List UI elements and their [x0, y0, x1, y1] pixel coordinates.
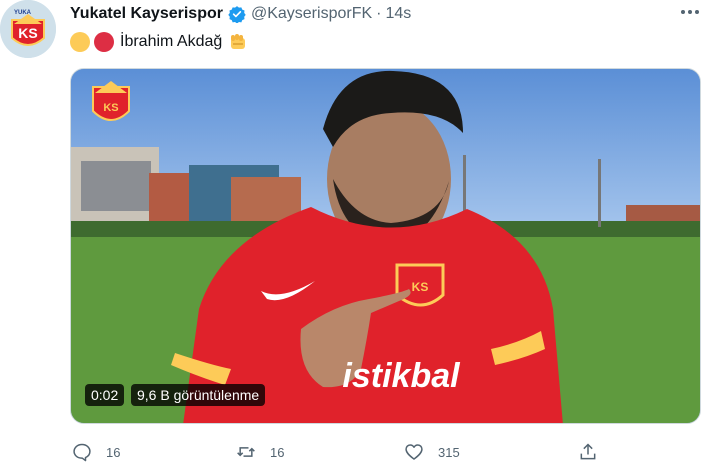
- shirt-sponsor-text: istikbal: [342, 357, 461, 395]
- reply-icon: [73, 443, 91, 462]
- retweet-button[interactable]: 16: [236, 440, 284, 464]
- tweet[interactable]: KS YUKA Yukatel Kayserispor @Kayserispor…: [0, 0, 715, 464]
- share-icon: [580, 443, 596, 460]
- reply-count: 16: [106, 444, 121, 460]
- tweet-header: Yukatel Kayserispor @KayserisporFK · 14s: [70, 3, 411, 25]
- tweet-timestamp[interactable]: 14s: [385, 5, 411, 23]
- video-view-count: 9,6 B görüntülenme: [131, 384, 266, 406]
- author-name[interactable]: Yukatel Kayserispor: [70, 5, 223, 23]
- verified-badge-icon: [228, 5, 246, 23]
- fist-emoji-icon: [228, 32, 248, 52]
- video-watermark: KS: [92, 81, 130, 121]
- like-count: 315: [438, 444, 460, 460]
- like-button[interactable]: 315: [404, 440, 460, 464]
- retweet-icon: [237, 447, 255, 457]
- tweet-text: İbrahim Akdağ: [70, 30, 248, 54]
- tweet-actions: 16 16 315: [70, 440, 710, 464]
- avatar-sponsor-text: YUKA: [14, 10, 32, 16]
- more-options-icon[interactable]: [676, 2, 704, 22]
- video-duration: 0:02: [85, 384, 125, 406]
- tweet-text-content: İbrahim Akdağ: [120, 33, 223, 50]
- svg-text:KS: KS: [103, 102, 118, 114]
- video-player[interactable]: KS istikbal KS 0:02 9,6 B görüntülenme: [70, 68, 701, 424]
- retweet-count: 16: [270, 444, 285, 460]
- reply-button[interactable]: 16: [72, 440, 120, 464]
- author-handle[interactable]: @KayserisporFK: [251, 5, 372, 23]
- separator-dot: ·: [376, 5, 382, 22]
- avatar-logo-text: KS: [18, 25, 37, 41]
- yellow-circle-emoji-icon: [70, 32, 90, 52]
- video-frame: KS istikbal KS: [71, 69, 700, 423]
- avatar[interactable]: KS YUKA: [0, 0, 56, 58]
- share-button[interactable]: [578, 440, 598, 464]
- shirt-crest-text: KS: [412, 280, 429, 294]
- red-circle-emoji-icon: [94, 32, 114, 52]
- heart-icon: [405, 444, 423, 460]
